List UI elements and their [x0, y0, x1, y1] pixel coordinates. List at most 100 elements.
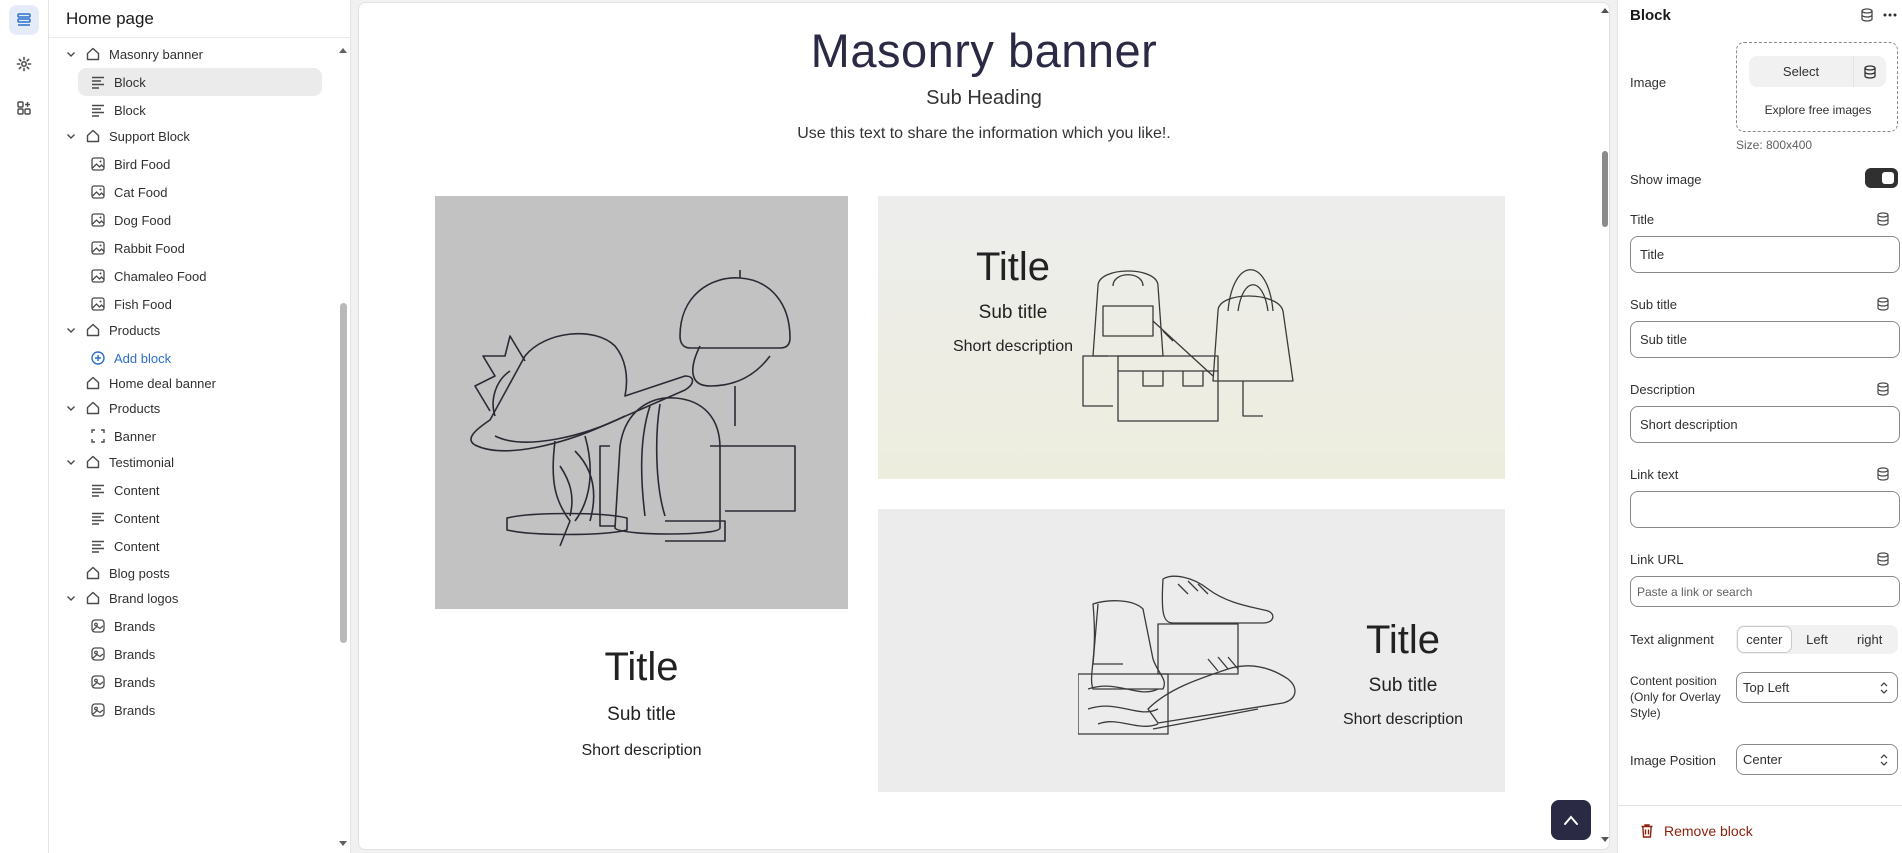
preview-scroll-up-icon[interactable]: [1601, 7, 1609, 13]
link-text-source-icon[interactable]: [1876, 467, 1890, 481]
text-block-icon: [90, 74, 106, 90]
tree-item-label: Content: [114, 510, 160, 526]
subtitle-input[interactable]: Sub title: [1630, 321, 1900, 358]
block-item[interactable]: Banner: [78, 422, 322, 450]
settings-nav-button[interactable]: [9, 49, 39, 79]
show-image-toggle[interactable]: [1865, 168, 1898, 188]
image-select-button[interactable]: Select: [1749, 56, 1854, 87]
panel-title: Block: [1630, 6, 1671, 24]
link-url-source-icon[interactable]: [1876, 552, 1890, 566]
link-text-input[interactable]: [1630, 491, 1900, 528]
database-icon[interactable]: [1860, 8, 1874, 22]
block-item[interactable]: Brands: [78, 612, 322, 640]
more-options-icon[interactable]: [1882, 8, 1898, 22]
description-source-icon[interactable]: [1876, 382, 1890, 396]
description-input[interactable]: Short description: [1630, 406, 1900, 443]
align-center-option[interactable]: center: [1738, 627, 1791, 652]
block-item[interactable]: Brands: [78, 640, 322, 668]
section-icon: [85, 128, 101, 144]
remove-block-label: Remove block: [1664, 823, 1753, 839]
preview-scroll-thumb[interactable]: [1602, 151, 1608, 227]
title-input[interactable]: Title: [1630, 236, 1900, 273]
sidebar-scroll-thumb[interactable]: [340, 303, 347, 643]
title-source-icon[interactable]: [1876, 212, 1890, 226]
align-right-option[interactable]: right: [1843, 627, 1896, 652]
section-tree: Masonry banner Block Block Support Block Bir…: [49, 40, 339, 853]
brand-block-icon: [90, 702, 106, 718]
sections-nav-button[interactable]: [9, 5, 39, 35]
content-position-select[interactable]: Top Left: [1736, 672, 1898, 703]
explore-free-images-link[interactable]: Explore free images: [1737, 103, 1899, 117]
text-block-icon: [90, 538, 106, 554]
brand-block-icon: [90, 646, 106, 662]
block-item[interactable]: Bird Food: [78, 150, 322, 178]
chevron-down-icon[interactable]: [65, 456, 77, 468]
hats-illustration-icon: [470, 270, 796, 547]
block-item[interactable]: Content: [78, 504, 322, 532]
block-item[interactable]: Rabbit Food: [78, 234, 322, 262]
link-url-input[interactable]: Paste a link or search: [1630, 576, 1900, 607]
brand-block-icon: [90, 618, 106, 634]
subtitle-source-icon[interactable]: [1876, 297, 1890, 311]
section-item[interactable]: Products: [65, 394, 160, 422]
chevron-down-icon[interactable]: [65, 324, 77, 336]
tree-item-label: Content: [114, 538, 160, 554]
sidebar-scrollbar[interactable]: [336, 40, 350, 853]
section-item[interactable]: Support Block: [65, 122, 190, 150]
masonry-description: Use this text to share the information w…: [797, 125, 1171, 142]
bags-illustration: [1082, 269, 1294, 422]
text-block-icon: [90, 482, 106, 498]
tree-item-label: Products: [109, 322, 161, 338]
remove-block-button[interactable]: Remove block: [1640, 823, 1753, 839]
block-item[interactable]: Fish Food: [78, 290, 322, 318]
section-item[interactable]: Blog posts: [65, 559, 170, 587]
block-item[interactable]: Dog Food: [78, 206, 322, 234]
block-item[interactable]: Block: [78, 96, 322, 124]
link-text-label: Link text: [1630, 467, 1679, 482]
shoes-illustration: [1078, 575, 1296, 735]
tree-item-label: Products: [109, 400, 161, 416]
tree-item-label: Bird Food: [114, 156, 171, 172]
chevron-down-icon[interactable]: [65, 130, 77, 142]
align-left-option[interactable]: Left: [1791, 627, 1844, 652]
tree-item-label: Content: [114, 482, 160, 498]
chevron-down-icon[interactable]: [65, 48, 77, 60]
preview-scrollbar[interactable]: [1601, 3, 1609, 849]
image-block-icon: [90, 296, 106, 312]
card-1-title: Title: [604, 645, 679, 689]
block-item[interactable]: Brands: [78, 696, 322, 724]
masonry-card-1[interactable]: Title Sub title Short description: [435, 196, 848, 826]
tree-item-label: Brands: [114, 674, 156, 690]
block-item[interactable]: Chamaleo Food: [78, 262, 322, 290]
content-position-label-line-1: Content position: [1630, 674, 1717, 688]
block-item[interactable]: Content: [78, 532, 322, 560]
section-icon: [85, 454, 101, 470]
section-item[interactable]: Brand logos: [65, 584, 178, 612]
masonry-card-2[interactable]: Title Sub title Short description: [878, 196, 1505, 479]
scroll-up-arrow-icon[interactable]: [338, 46, 348, 54]
preview-scroll-down-icon[interactable]: [1601, 837, 1609, 843]
scroll-down-arrow-icon[interactable]: [338, 840, 348, 848]
chevron-down-icon[interactable]: [65, 402, 77, 414]
masonry-card-3[interactable]: Title Sub title Short description: [878, 509, 1505, 792]
block-item[interactable]: Cat Food: [78, 178, 322, 206]
section-item[interactable]: Products: [65, 316, 160, 344]
block-item[interactable]: Brands: [78, 668, 322, 696]
image-source-button[interactable]: [1854, 56, 1886, 87]
block-item[interactable]: Block: [78, 68, 322, 96]
scroll-to-top-button[interactable]: [1551, 800, 1591, 840]
chevron-down-icon[interactable]: [65, 592, 77, 604]
brand-block-icon: [90, 674, 106, 690]
section-item[interactable]: Testimonial: [65, 448, 174, 476]
tree-item-label: Chamaleo Food: [114, 268, 207, 284]
link-url-label: Link URL: [1630, 552, 1684, 567]
section-item[interactable]: Home deal banner: [65, 369, 216, 397]
image-picker: Select Explore free images: [1736, 42, 1898, 132]
section-item[interactable]: Masonry banner: [65, 40, 203, 68]
apps-nav-button[interactable]: [9, 93, 39, 123]
block-item[interactable]: Content: [78, 476, 322, 504]
image-position-select[interactable]: Center: [1736, 744, 1898, 775]
add-block-button[interactable]: Add block: [78, 344, 322, 372]
chevron-up-down-icon: [1880, 754, 1888, 766]
